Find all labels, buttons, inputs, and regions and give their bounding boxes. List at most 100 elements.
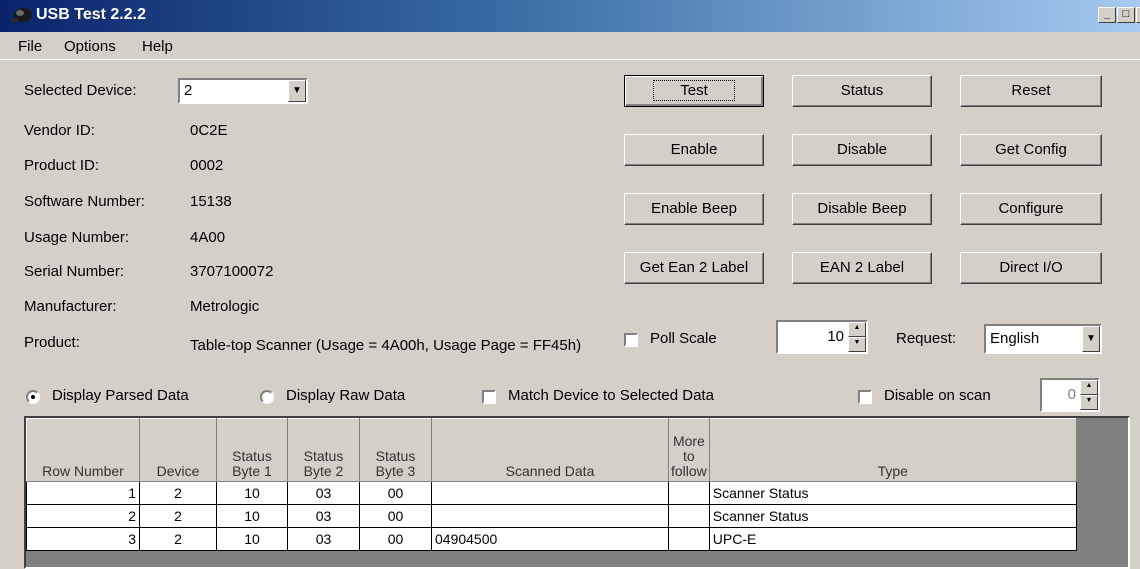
- status-byte1-cell: 10: [216, 504, 288, 528]
- product-id-label: Product ID:: [24, 157, 100, 174]
- get-ean2-label-button[interactable]: Get Ean 2 Label: [624, 252, 764, 284]
- request-select[interactable]: English ▼: [984, 324, 1102, 354]
- row-number-cell: 3: [26, 527, 140, 551]
- app-window: USB Test 2.2.2 _ □ x File Options Help S…: [0, 0, 1140, 569]
- maximize-button[interactable]: □: [1117, 7, 1135, 23]
- disable-on-scan-checkbox[interactable]: [858, 390, 872, 404]
- test-button[interactable]: Test: [624, 75, 764, 107]
- poll-scale-spinner[interactable]: 10 ▲ ▼: [776, 320, 868, 354]
- title-bar[interactable]: USB Test 2.2.2 _ □ x: [0, 0, 1140, 32]
- column-header[interactable]: Status Byte 1: [216, 418, 288, 482]
- device-cell: 2: [139, 527, 217, 551]
- product-label: Product:: [24, 334, 80, 351]
- status-byte2-cell: 03: [287, 481, 360, 505]
- selected-device-select[interactable]: 2 ▼: [178, 78, 308, 104]
- table-row[interactable]: 3 2 10 03 00 04904500 UPC-E: [26, 527, 1077, 551]
- menu-bar: File Options Help: [0, 32, 1140, 60]
- match-device-checkbox[interactable]: [482, 390, 496, 404]
- scanned-data-cell: 04904500: [431, 527, 669, 551]
- display-raw-radio[interactable]: [260, 390, 274, 404]
- disable-on-scan-label: Disable on scan: [884, 387, 991, 404]
- type-cell: Scanner Status: [708, 504, 1077, 528]
- product-id-value: 0002: [190, 157, 224, 174]
- table-row[interactable]: 2 2 10 03 00 Scanner Status: [26, 504, 1077, 528]
- column-header[interactable]: Status Byte 3: [359, 418, 432, 482]
- software-number-value: 15138: [190, 193, 232, 210]
- chevron-down-icon[interactable]: ▼: [1082, 326, 1100, 352]
- reset-button[interactable]: Reset: [960, 75, 1102, 107]
- column-header[interactable]: Device: [139, 418, 217, 482]
- spin-up-icon[interactable]: ▲: [848, 322, 866, 337]
- disable-beep-button[interactable]: Disable Beep: [792, 193, 932, 225]
- status-byte2-cell: 03: [287, 504, 360, 528]
- more-to-follow-cell: [668, 481, 710, 505]
- table-header-row: Row Number Device Status Byte 1 Status B…: [26, 418, 1077, 482]
- direct-io-button[interactable]: Direct I/O: [960, 252, 1102, 284]
- menu-help[interactable]: Help: [142, 38, 173, 55]
- status-byte1-cell: 10: [216, 481, 288, 505]
- status-byte3-cell: 00: [359, 481, 432, 505]
- app-icon: [12, 8, 32, 22]
- column-header[interactable]: More to follow: [668, 418, 710, 482]
- data-grid[interactable]: Row Number Device Status Byte 1 Status B…: [24, 416, 1130, 569]
- more-to-follow-cell: [668, 504, 710, 528]
- enable-beep-button[interactable]: Enable Beep: [624, 193, 764, 225]
- serial-number-label: Serial Number:: [24, 263, 125, 280]
- more-to-follow-cell: [668, 527, 710, 551]
- menu-options[interactable]: Options: [64, 38, 116, 55]
- disable-button[interactable]: Disable: [792, 134, 932, 166]
- display-raw-label: Display Raw Data: [286, 387, 406, 404]
- usage-number-value: 4A00: [190, 229, 226, 246]
- device-cell: 2: [139, 504, 217, 528]
- request-value: English: [990, 330, 1040, 347]
- status-button[interactable]: Status: [792, 75, 932, 107]
- test-button-label: Test: [653, 80, 735, 101]
- software-number-label: Software Number:: [24, 193, 145, 210]
- configure-button[interactable]: Configure: [960, 193, 1102, 225]
- vendor-id-label: Vendor ID:: [24, 122, 95, 139]
- menu-file[interactable]: File: [18, 38, 42, 55]
- ean2-label-button[interactable]: EAN 2 Label: [792, 252, 932, 284]
- spin-down-icon[interactable]: ▼: [1080, 395, 1098, 410]
- display-parsed-radio[interactable]: [26, 390, 40, 404]
- poll-scale-checkbox[interactable]: [624, 333, 638, 347]
- column-header[interactable]: Scanned Data: [431, 418, 669, 482]
- disable-on-scan-spinner[interactable]: 0 ▲ ▼: [1040, 378, 1100, 412]
- minimize-button[interactable]: _: [1098, 7, 1116, 23]
- disable-on-scan-value: 0: [1067, 386, 1076, 403]
- status-byte3-cell: 00: [359, 527, 432, 551]
- scanned-data-cell: [431, 481, 669, 505]
- close-button[interactable]: x: [1136, 7, 1140, 23]
- manufacturer-value: Metrologic: [190, 298, 260, 315]
- poll-scale-label: Poll Scale: [650, 330, 717, 347]
- status-byte1-cell: 10: [216, 527, 288, 551]
- type-cell: Scanner Status: [708, 481, 1077, 505]
- column-header[interactable]: Row Number: [26, 418, 140, 482]
- selected-device-label: Selected Device:: [24, 82, 137, 99]
- serial-number-value: 3707100072: [190, 263, 274, 280]
- radio-selected-dot: [31, 395, 35, 399]
- table-row[interactable]: 1 2 10 03 00 Scanner Status: [26, 481, 1077, 505]
- match-device-label: Match Device to Selected Data: [508, 387, 714, 404]
- data-table: Row Number Device Status Byte 1 Status B…: [26, 418, 1077, 551]
- type-cell: UPC-E: [708, 527, 1077, 551]
- row-number-cell: 1: [26, 481, 140, 505]
- get-config-button[interactable]: Get Config: [960, 134, 1102, 166]
- vendor-id-value: 0C2E: [190, 122, 228, 139]
- spin-down-icon[interactable]: ▼: [848, 337, 866, 352]
- spin-up-icon[interactable]: ▲: [1080, 380, 1098, 395]
- display-parsed-label: Display Parsed Data: [52, 387, 189, 404]
- enable-button[interactable]: Enable: [624, 134, 764, 166]
- window-title: USB Test 2.2.2: [36, 6, 146, 23]
- row-number-cell: 2: [26, 504, 140, 528]
- chevron-down-icon[interactable]: ▼: [288, 80, 306, 102]
- device-cell: 2: [139, 481, 217, 505]
- scanned-data-cell: [431, 504, 669, 528]
- column-header[interactable]: Status Byte 2: [287, 418, 360, 482]
- status-byte3-cell: 00: [359, 504, 432, 528]
- column-header[interactable]: Type: [708, 418, 1077, 482]
- poll-scale-value: 10: [827, 328, 844, 345]
- product-value: Table-top Scanner (Usage = 4A00h, Usage …: [190, 337, 582, 354]
- manufacturer-label: Manufacturer:: [24, 298, 117, 315]
- usage-number-label: Usage Number:: [24, 229, 130, 246]
